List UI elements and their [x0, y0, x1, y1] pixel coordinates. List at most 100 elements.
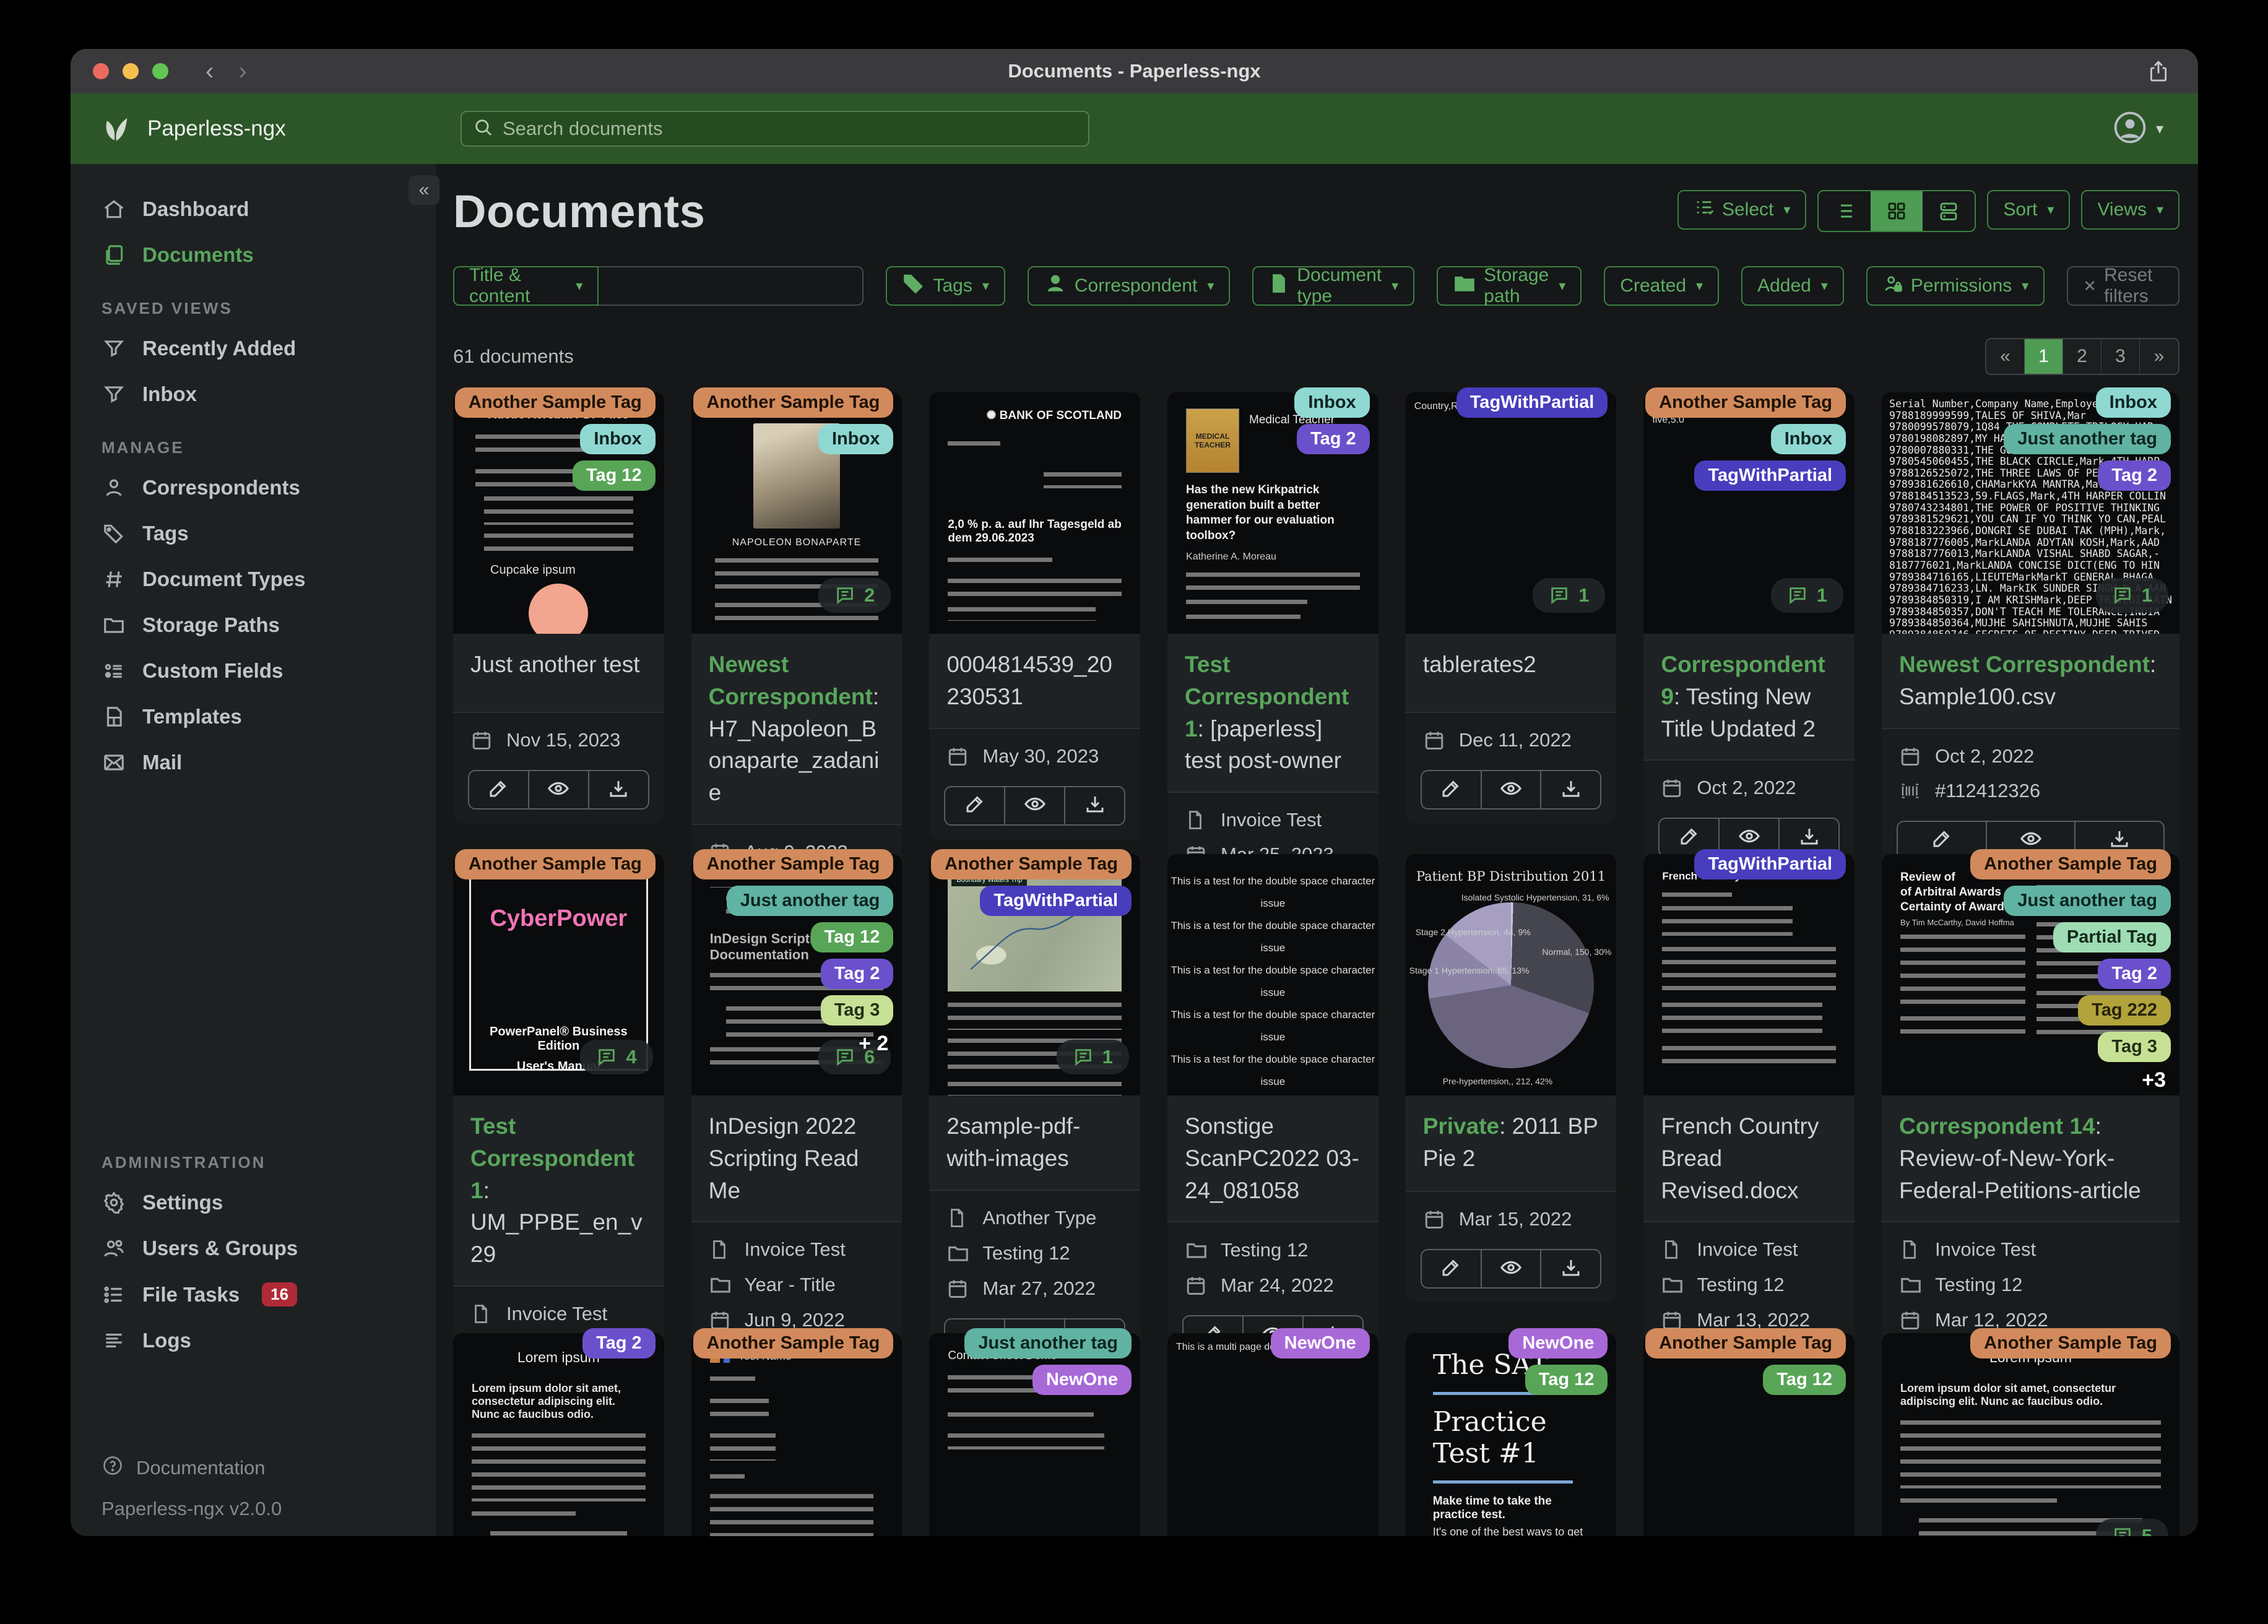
download-button[interactable]: [1541, 771, 1600, 808]
tag-pill[interactable]: Another Sample Tag: [454, 849, 656, 879]
tag-pill[interactable]: TagWithPartial: [1694, 460, 1846, 491]
tag-pill[interactable]: Another Sample Tag: [693, 849, 894, 879]
tag-pill[interactable]: Another Sample Tag: [454, 387, 656, 418]
edit-button[interactable]: [1422, 771, 1482, 808]
document-thumbnail[interactable]: This is a test for the double space char…: [1167, 854, 1379, 1095]
document-card[interactable]: This is a test for the double space char…: [1167, 854, 1379, 1369]
tag-pill[interactable]: Tag 3: [820, 995, 894, 1026]
preview-button[interactable]: [1005, 787, 1066, 824]
select-button[interactable]: Select ▾: [1677, 190, 1807, 230]
edit-button[interactable]: [1422, 1250, 1482, 1287]
correspondent-link[interactable]: Test Correspondent 1: [1185, 652, 1349, 741]
tags-filter-button[interactable]: Tags ▾: [886, 266, 1005, 306]
document-title[interactable]: Newest Correspondent: Sample100.csv: [1899, 649, 2162, 713]
pagination-prev[interactable]: «: [1986, 339, 2025, 374]
comment-badge[interactable]: 2: [818, 578, 891, 613]
document-card[interactable]: Adobe Acrobat PDF Files Cupcake ipsum An…: [453, 387, 664, 823]
document-title[interactable]: Test Correspondent 1: [paperless] test p…: [1185, 649, 1361, 777]
correspondent-link[interactable]: Correspondent 14: [1899, 1113, 2095, 1139]
tag-pill[interactable]: Another Sample Tag: [1645, 387, 1846, 418]
document-thumbnail[interactable]: Lorem ipsum Lorem ipsum dolor sit amet, …: [1882, 1333, 2179, 1536]
tag-pill[interactable]: Just another tag: [964, 1328, 1132, 1358]
edit-button[interactable]: [945, 787, 1006, 824]
document-title[interactable]: Just another test: [470, 649, 647, 681]
preview-button[interactable]: [1482, 771, 1542, 808]
document-card[interactable]: Patient BP Distribution 2011 Normal, 150…: [1405, 854, 1617, 1302]
document-card[interactable]: 5 Lorem ipsum Lorem ipsum dolor sit amet…: [1882, 1328, 2179, 1536]
sort-button[interactable]: Sort ▾: [1987, 190, 2071, 230]
global-search[interactable]: [461, 111, 1089, 147]
document-title[interactable]: Correspondent 9: Testing New Title Updat…: [1661, 649, 1837, 745]
document-thumbnail[interactable]: This is a multi page document. Page 1.: [1167, 1333, 1379, 1536]
sidebar-item-users-groups[interactable]: Users & Groups: [71, 1225, 436, 1271]
sidebar-item-mail[interactable]: Mail: [71, 740, 436, 785]
sidebar-item-inbox[interactable]: Inbox: [71, 371, 436, 417]
document-card[interactable]: 1one,1.0 five,5.0Another Sample TagInbox…: [1643, 387, 1855, 871]
tag-pill[interactable]: Partial Tag: [2053, 922, 2171, 952]
document-thumbnail[interactable]: ✺ BANK OF SCOTLAND 2,0 % p. a. auf Ihr T…: [929, 392, 1141, 634]
added-filter-button[interactable]: Added ▾: [1741, 266, 1844, 306]
document-thumbnail[interactable]: French Country Bread: [1643, 854, 1855, 1095]
tag-pill[interactable]: Another Sample Tag: [1645, 1328, 1846, 1358]
correspondent-link[interactable]: Test Correspondent 1: [470, 1113, 634, 1203]
preview-button[interactable]: [529, 771, 589, 808]
grid-view-toggle[interactable]: [1871, 191, 1923, 231]
document-card[interactable]: French Country Bread TagWithPartial Frenc…: [1643, 849, 1855, 1404]
document-title[interactable]: Newest Correspondent: H7_Napoleon_Bonapa…: [709, 649, 885, 809]
tag-pill[interactable]: Tag 12: [1763, 1365, 1846, 1395]
document-title[interactable]: Test Correspondent 1: UM_PPBE_en_v29: [470, 1110, 647, 1271]
document-card[interactable]: This is a multi page document. Page 1. Ne…: [1167, 1328, 1379, 1536]
sidebar-item-tags[interactable]: Tags: [71, 511, 436, 556]
collapse-sidebar-button[interactable]: «: [409, 175, 439, 205]
comment-badge[interactable]: 1: [2095, 578, 2168, 613]
tag-pill[interactable]: Tag 12: [810, 922, 894, 952]
sidebar-item-documents[interactable]: Documents: [71, 232, 436, 278]
document-card[interactable]: 6 InDesign Scripting Documentation Anoth…: [691, 849, 902, 1404]
document-title[interactable]: Correspondent 14: Review-of-New-York-Fed…: [1899, 1110, 2162, 1206]
document-title[interactable]: Sonstige ScanPC2022 03-24_081058: [1185, 1110, 1361, 1206]
tag-pill[interactable]: TagWithPartial: [1456, 387, 1608, 418]
tag-pill[interactable]: Inbox: [1770, 424, 1846, 454]
comment-badge[interactable]: 1: [1770, 578, 1844, 613]
sidebar-item-correspondents[interactable]: Correspondents: [71, 465, 436, 511]
tag-pill[interactable]: TagWithPartial: [1694, 849, 1846, 879]
document-title[interactable]: Private: 2011 BP Pie 2: [1423, 1110, 1599, 1175]
tag-pill[interactable]: NewOne: [1508, 1328, 1608, 1358]
permissions-filter-button[interactable]: Permissions ▾: [1866, 266, 2045, 306]
tag-pill[interactable]: Tag 3: [2098, 1032, 2171, 1062]
tag-pill[interactable]: Tag 12: [1525, 1365, 1608, 1395]
download-button[interactable]: [589, 771, 648, 808]
tag-pill[interactable]: Tag 222: [2078, 995, 2171, 1026]
tag-pill[interactable]: Inbox: [580, 424, 656, 454]
tag-pill[interactable]: Tag 2: [582, 1328, 656, 1358]
title-content-input[interactable]: [599, 266, 864, 306]
title-content-dropdown[interactable]: Title & content ▾: [453, 265, 599, 306]
document-card[interactable]: Lorem ipsum Lorem ipsum dolor sit amet, …: [453, 1328, 664, 1536]
tag-pill[interactable]: Another Sample Tag: [693, 387, 894, 418]
document-type-filter-button[interactable]: Document type ▾: [1252, 265, 1415, 306]
detail-view-toggle[interactable]: [1923, 191, 1975, 231]
tag-pill[interactable]: Tag 2: [820, 959, 894, 989]
document-card[interactable]: Test Name Another Sample Tag: [691, 1328, 902, 1536]
document-card[interactable]: The SAT Practice Test #1 Make time to tak…: [1405, 1328, 1617, 1536]
brand[interactable]: Paperless-ngx: [100, 111, 447, 147]
document-card[interactable]: Contact Sheet Demo Just another tagNewOn…: [929, 1328, 1141, 1536]
comment-badge[interactable]: 1: [1056, 1040, 1130, 1074]
storage-path-filter-button[interactable]: Storage path ▾: [1437, 265, 1582, 306]
tag-pill[interactable]: TagWithPartial: [980, 886, 1132, 916]
document-title[interactable]: InDesign 2022 Scripting Read Me: [709, 1110, 885, 1206]
document-thumbnail[interactable]: Lorem ipsum Lorem ipsum dolor sit amet, …: [453, 1333, 664, 1536]
pagination-page-2[interactable]: 2: [2063, 339, 2101, 374]
edit-button[interactable]: [469, 771, 529, 808]
document-card[interactable]: Review of of Arbitral Awards Certainty of …: [1882, 849, 2179, 1404]
download-button[interactable]: [1541, 1250, 1600, 1287]
correspondent-link[interactable]: Correspondent 9: [1661, 652, 1825, 709]
reset-filters-button[interactable]: ✕ Reset filters: [2067, 265, 2179, 306]
sidebar-item-dashboard[interactable]: Dashboard: [71, 186, 436, 232]
sidebar-item-recently-added[interactable]: Recently Added: [71, 326, 436, 371]
document-card[interactable]: 4 CyberPower PowerPanel® Business Editio…: [453, 849, 664, 1432]
document-title[interactable]: French Country Bread Revised.docx: [1661, 1110, 1837, 1206]
sidebar-item-templates[interactable]: Templates: [71, 694, 436, 740]
download-button[interactable]: [1065, 787, 1124, 824]
correspondent-link[interactable]: Newest Correspondent: [709, 652, 873, 709]
